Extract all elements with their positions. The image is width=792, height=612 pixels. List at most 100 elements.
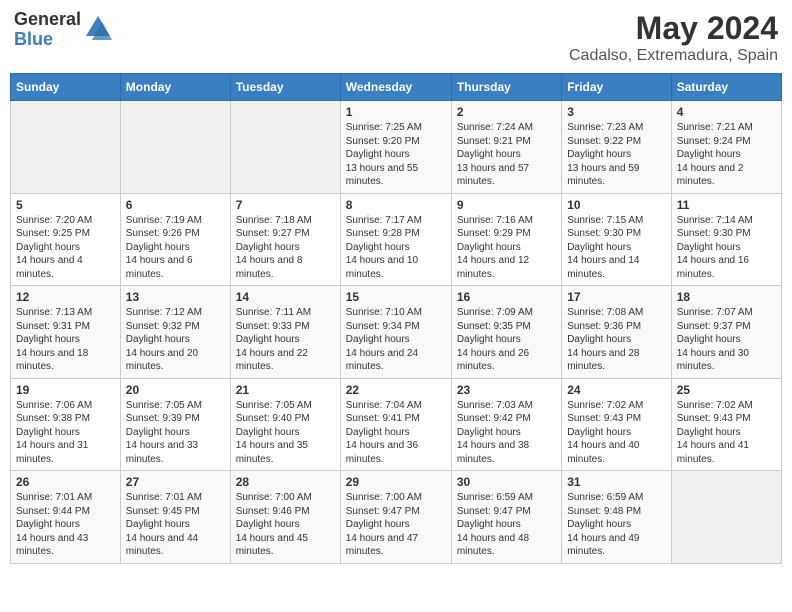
sunrise-label: Sunrise: 7:01 AM — [126, 492, 202, 503]
sunset-label: Sunset: 9:21 PM — [457, 136, 531, 147]
cell-content: Sunrise: 7:01 AMSunset: 9:45 PMDaylight … — [126, 491, 225, 559]
header-wednesday: Wednesday — [340, 74, 451, 101]
cell-content: Sunrise: 6:59 AMSunset: 9:48 PMDaylight … — [567, 491, 666, 559]
sunset-label: Sunset: 9:33 PM — [236, 321, 310, 332]
calendar-cell: 9Sunrise: 7:16 AMSunset: 9:29 PMDaylight… — [451, 193, 561, 286]
calendar-week-1: 1Sunrise: 7:25 AMSunset: 9:20 PMDaylight… — [11, 101, 782, 194]
calendar-cell: 5Sunrise: 7:20 AMSunset: 9:25 PMDaylight… — [11, 193, 121, 286]
daylight-label: Daylight hours — [567, 519, 631, 530]
calendar-cell: 29Sunrise: 7:00 AMSunset: 9:47 PMDayligh… — [340, 471, 451, 564]
sunrise-label: Sunrise: 7:14 AM — [677, 215, 753, 226]
day-number: 12 — [16, 290, 115, 304]
daylight-value: 13 hours and 57 minutes. — [457, 163, 529, 188]
calendar-cell: 21Sunrise: 7:05 AMSunset: 9:40 PMDayligh… — [230, 378, 340, 471]
logo: General Blue — [14, 10, 112, 50]
cell-content: Sunrise: 7:08 AMSunset: 9:36 PMDaylight … — [567, 306, 666, 374]
daylight-label: Daylight hours — [126, 334, 190, 345]
daylight-label: Daylight hours — [567, 334, 631, 345]
logo-icon — [84, 14, 112, 42]
sunrise-label: Sunrise: 7:20 AM — [16, 215, 92, 226]
daylight-label: Daylight hours — [236, 519, 300, 530]
calendar-week-2: 5Sunrise: 7:20 AMSunset: 9:25 PMDaylight… — [11, 193, 782, 286]
sunrise-label: Sunrise: 7:21 AM — [677, 122, 753, 133]
daylight-label: Daylight hours — [567, 242, 631, 253]
header-tuesday: Tuesday — [230, 74, 340, 101]
calendar-cell: 6Sunrise: 7:19 AMSunset: 9:26 PMDaylight… — [120, 193, 230, 286]
cell-content: Sunrise: 7:14 AMSunset: 9:30 PMDaylight … — [677, 214, 776, 282]
daylight-label: Daylight hours — [567, 149, 631, 160]
sunrise-label: Sunrise: 7:02 AM — [567, 400, 643, 411]
daylight-label: Daylight hours — [457, 242, 521, 253]
sunset-label: Sunset: 9:28 PM — [346, 228, 420, 239]
sunset-label: Sunset: 9:37 PM — [677, 321, 751, 332]
daylight-value: 13 hours and 55 minutes. — [346, 163, 418, 188]
sunset-label: Sunset: 9:27 PM — [236, 228, 310, 239]
day-number: 18 — [677, 290, 776, 304]
calendar-cell — [11, 101, 121, 194]
sunrise-label: Sunrise: 6:59 AM — [567, 492, 643, 503]
sunrise-label: Sunrise: 7:03 AM — [457, 400, 533, 411]
daylight-value: 14 hours and 22 minutes. — [236, 348, 308, 373]
day-number: 10 — [567, 198, 666, 212]
sunrise-label: Sunrise: 7:19 AM — [126, 215, 202, 226]
daylight-label: Daylight hours — [677, 149, 741, 160]
cell-content: Sunrise: 6:59 AMSunset: 9:47 PMDaylight … — [457, 491, 556, 559]
calendar-cell: 8Sunrise: 7:17 AMSunset: 9:28 PMDaylight… — [340, 193, 451, 286]
daylight-label: Daylight hours — [236, 334, 300, 345]
header-thursday: Thursday — [451, 74, 561, 101]
calendar-cell — [671, 471, 781, 564]
cell-content: Sunrise: 7:13 AMSunset: 9:31 PMDaylight … — [16, 306, 115, 374]
day-number: 29 — [346, 475, 446, 489]
calendar-cell: 27Sunrise: 7:01 AMSunset: 9:45 PMDayligh… — [120, 471, 230, 564]
sunrise-label: Sunrise: 7:25 AM — [346, 122, 422, 133]
calendar-cell: 2Sunrise: 7:24 AMSunset: 9:21 PMDaylight… — [451, 101, 561, 194]
sunset-label: Sunset: 9:30 PM — [567, 228, 641, 239]
daylight-value: 14 hours and 6 minutes. — [126, 255, 193, 280]
daylight-value: 13 hours and 59 minutes. — [567, 163, 639, 188]
day-number: 24 — [567, 383, 666, 397]
sunset-label: Sunset: 9:35 PM — [457, 321, 531, 332]
daylight-label: Daylight hours — [346, 427, 410, 438]
calendar-cell: 12 Sunrise: 7:13 AMSunset: 9:31 PMDayligh… — [11, 286, 121, 379]
calendar-body: 1Sunrise: 7:25 AMSunset: 9:20 PMDaylight… — [11, 101, 782, 564]
location: Cadalso, Extremadura, Spain — [569, 47, 778, 65]
sunset-label: Sunset: 9:36 PM — [567, 321, 641, 332]
daylight-label: Daylight hours — [457, 334, 521, 345]
day-number: 3 — [567, 105, 666, 119]
daylight-value: 14 hours and 2 minutes. — [677, 163, 744, 188]
day-number: 8 — [346, 198, 446, 212]
cell-content: Sunrise: 7:09 AMSunset: 9:35 PMDaylight … — [457, 306, 556, 374]
day-number: 17 — [567, 290, 666, 304]
daylight-value: 14 hours and 28 minutes. — [567, 348, 639, 373]
calendar-cell: 13Sunrise: 7:12 AMSunset: 9:32 PMDayligh… — [120, 286, 230, 379]
cell-content: Sunrise: 7:02 AMSunset: 9:43 PMDaylight … — [567, 399, 666, 467]
calendar-cell: 16Sunrise: 7:09 AMSunset: 9:35 PMDayligh… — [451, 286, 561, 379]
calendar-cell: 15Sunrise: 7:10 AMSunset: 9:34 PMDayligh… — [340, 286, 451, 379]
day-number: 14 — [236, 290, 335, 304]
daylight-value: 14 hours and 20 minutes. — [126, 348, 198, 373]
daylight-label: Daylight hours — [346, 242, 410, 253]
cell-content: Sunrise: 7:20 AMSunset: 9:25 PMDaylight … — [16, 214, 115, 282]
daylight-label: Daylight hours — [236, 427, 300, 438]
day-number: 31 — [567, 475, 666, 489]
calendar-cell: 3Sunrise: 7:23 AMSunset: 9:22 PMDaylight… — [562, 101, 672, 194]
day-number: 23 — [457, 383, 556, 397]
daylight-label: Daylight hours — [126, 519, 190, 530]
cell-content: Sunrise: 7:21 AM Sunset: 9:24 PM Daylight … — [677, 121, 776, 189]
sunset-label: Sunset: 9:24 PM — [677, 136, 751, 147]
sunrise-label: Sunrise: 6:59 AM — [457, 492, 533, 503]
daylight-label: Daylight hours — [346, 149, 410, 160]
cell-content: Sunrise: 7:18 AMSunset: 9:27 PMDaylight … — [236, 214, 335, 282]
header-saturday: Saturday — [671, 74, 781, 101]
calendar-cell: 22Sunrise: 7:04 AMSunset: 9:41 PMDayligh… — [340, 378, 451, 471]
day-number: 26 — [16, 475, 115, 489]
sunrise-label: Sunrise: 7:01 AM — [16, 492, 92, 503]
calendar-cell: 24 Sunrise: 7:02 AMSunset: 9:43 PMDayligh… — [562, 378, 672, 471]
sunrise-label: Sunrise: 7:00 AM — [236, 492, 312, 503]
daylight-value: 14 hours and 24 minutes. — [346, 348, 418, 373]
daylight-label: Daylight hours — [16, 334, 80, 345]
daylight-value: 14 hours and 35 minutes. — [236, 440, 308, 465]
sunset-label: Sunset: 9:41 PM — [346, 413, 420, 424]
calendar-cell: 25Sunrise: 7:02 AMSunset: 9:43 PMDayligh… — [671, 378, 781, 471]
daylight-label: Daylight hours — [677, 242, 741, 253]
